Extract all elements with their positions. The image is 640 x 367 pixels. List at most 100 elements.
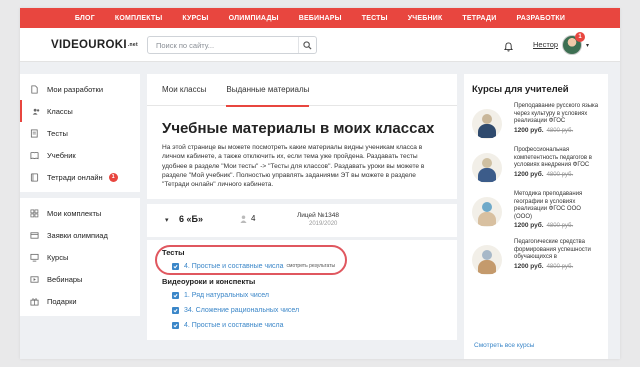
course-old-price: 4800 руб. bbox=[546, 127, 574, 134]
course-title[interactable]: Профессиональная компетентность педагого… bbox=[514, 147, 600, 170]
search-input[interactable]: Поиск по сайту... bbox=[148, 41, 298, 50]
course-price: 1200 руб. 4800 руб. bbox=[514, 263, 600, 272]
checkbox[interactable] bbox=[172, 321, 179, 329]
course-price-value: 1200 руб. bbox=[514, 262, 544, 270]
checkbox[interactable] bbox=[172, 306, 179, 314]
sidebar-item-group2-0[interactable]: Мои комплекты bbox=[20, 202, 140, 224]
course-item[interactable]: Педагогические средства формирования усп… bbox=[472, 239, 600, 275]
courses-title: Курсы для учителей bbox=[472, 84, 569, 95]
sidebar-item-label: Заявки олимпиад bbox=[47, 230, 108, 240]
tab-1[interactable]: Выданные материалы bbox=[226, 74, 310, 107]
page-description: На этой странице вы можете посмотреть ка… bbox=[162, 144, 425, 189]
sidebar-item-group1-1[interactable]: Классы bbox=[20, 100, 140, 122]
sidebar: Мои разработки Классы Тесты Учебник Тетради … bbox=[20, 74, 140, 316]
video-item: 4. Простые и составные числа bbox=[162, 319, 442, 331]
sidebar-item-group2-1[interactable]: Заявки олимпиад bbox=[20, 224, 140, 246]
kit-icon bbox=[30, 209, 39, 218]
school-year: 2019/2020 bbox=[309, 221, 338, 228]
page-title: Учебные материалы в моих классах bbox=[162, 120, 435, 137]
course-thumbnail bbox=[472, 153, 502, 183]
bell-icon[interactable] bbox=[503, 39, 514, 57]
topnav-item-3[interactable]: ОЛИМПИАДЫ bbox=[219, 15, 289, 22]
topnav-item-5[interactable]: ТЕСТЫ bbox=[352, 15, 398, 22]
topnav-item-6[interactable]: УЧЕБНИК bbox=[398, 15, 453, 22]
checkbox[interactable] bbox=[172, 291, 179, 299]
sidebar-item-label: Курсы bbox=[47, 252, 69, 262]
sidebar-item-group1-0[interactable]: Мои разработки bbox=[20, 78, 140, 100]
course-old-price: 4800 руб. bbox=[546, 223, 574, 230]
course-item[interactable]: Профессиональная компетентность педагого… bbox=[472, 147, 600, 183]
site-logo[interactable]: VIDEOUROKI .net bbox=[51, 39, 138, 51]
course-title[interactable]: Педагогические средства формирования усп… bbox=[514, 239, 600, 262]
top-navigation: БЛОГ КОМПЛЕКТЫ КУРСЫ ОЛИМПИАДЫ ВЕБИНАРЫ ТЕСТЫ… bbox=[20, 8, 620, 28]
webinar-icon bbox=[30, 276, 39, 283]
sidebar-item-label: Учебник bbox=[47, 150, 76, 160]
topnav-item-1[interactable]: КОМПЛЕКТЫ bbox=[105, 15, 173, 22]
sidebar-group-extra: Мои комплекты Заявки олимпиад Курсы Вебинар… bbox=[20, 198, 140, 316]
video-link[interactable]: 4. Простые и составные числа bbox=[184, 322, 284, 329]
materials-card: Мои классы Выданные материалы Учебные мат… bbox=[147, 74, 457, 200]
test-icon bbox=[30, 129, 38, 138]
videos-heading: Видеоуроки и конспекты bbox=[162, 277, 256, 287]
class-row[interactable]: ▾ 6 «Б» 4 Лицей №1348 2019/2020 bbox=[147, 203, 457, 238]
course-price: 1200 руб. 4800 руб. bbox=[514, 222, 600, 231]
course-info: Педагогические средства формирования усп… bbox=[514, 239, 600, 275]
course-item[interactable]: Методика преподавания географии в услови… bbox=[472, 191, 600, 231]
tab-0[interactable]: Мои классы bbox=[162, 74, 206, 106]
logo-text: VIDEOUROKI bbox=[51, 39, 127, 51]
course-price-value: 1200 руб. bbox=[514, 222, 544, 230]
course-item[interactable]: Преподавание русского языка через культу… bbox=[472, 103, 600, 139]
olympiad-icon bbox=[30, 232, 39, 239]
username-link[interactable]: Нестор bbox=[533, 40, 558, 49]
chevron-down-icon[interactable]: ▾ bbox=[165, 216, 169, 224]
topnav-item-2[interactable]: КУРСЫ bbox=[172, 15, 218, 22]
tabs: Мои классы Выданные материалы bbox=[147, 74, 457, 107]
school-name: Лицей №1348 bbox=[297, 212, 340, 220]
course-thumbnail bbox=[472, 244, 502, 275]
course-title[interactable]: Преподавание русского языка через культу… bbox=[514, 103, 600, 126]
sidebar-item-label: Мои разработки bbox=[47, 84, 104, 94]
search-box: Поиск по сайту... bbox=[147, 36, 317, 54]
class-name: 6 «Б» bbox=[179, 214, 203, 225]
video-link[interactable]: 1. Ряд натуральных чисел bbox=[184, 292, 269, 299]
site-header: VIDEOUROKI .net Поиск по сайту... Нестор… bbox=[20, 28, 620, 62]
sidebar-item-group1-4[interactable]: Тетради онлайн 1 bbox=[20, 166, 140, 188]
textbook-icon bbox=[30, 151, 39, 160]
topnav-item-7[interactable]: ТЕТРАДИ bbox=[452, 15, 506, 22]
main-content: Мои классы Выданные материалы Учебные мат… bbox=[147, 74, 457, 341]
sidebar-item-group2-3[interactable]: Вебинары bbox=[20, 268, 140, 290]
course-price-value: 1200 руб. bbox=[514, 170, 544, 178]
sidebar-item-group1-2[interactable]: Тесты bbox=[20, 122, 140, 144]
chevron-down-icon[interactable]: ▾ bbox=[586, 42, 589, 49]
sidebar-item-label: Тетради онлайн bbox=[47, 172, 103, 182]
video-link[interactable]: 34. Сложение рациональных чисел bbox=[184, 307, 299, 314]
course-price-value: 1200 руб. bbox=[514, 126, 544, 134]
pupil-count-value: 4 bbox=[251, 214, 256, 224]
check-icon bbox=[173, 308, 178, 313]
topnav-item-4[interactable]: ВЕБИНАРЫ bbox=[289, 15, 352, 22]
video-item: 1. Ряд натуральных чисел bbox=[162, 289, 442, 301]
sidebar-item-group2-4[interactable]: Подарки bbox=[20, 290, 140, 312]
sidebar-item-label: Классы bbox=[47, 106, 73, 116]
search-button[interactable] bbox=[298, 37, 316, 53]
notebook-icon bbox=[30, 173, 39, 182]
course-title[interactable]: Методика преподавания географии в услови… bbox=[514, 191, 600, 221]
highlight-oval bbox=[155, 245, 347, 276]
all-courses-link[interactable]: Смотреть все курсы bbox=[474, 342, 534, 349]
sidebar-item-group1-3[interactable]: Учебник bbox=[20, 144, 140, 166]
check-icon bbox=[173, 323, 178, 328]
sidebar-item-label: Подарки bbox=[47, 296, 77, 306]
video-item: 34. Сложение рациональных чисел bbox=[162, 304, 442, 316]
class-icon bbox=[32, 108, 40, 115]
course-thumbnail bbox=[472, 109, 502, 139]
topnav-item-0[interactable]: БЛОГ bbox=[65, 15, 105, 22]
count-badge: 1 bbox=[108, 172, 118, 182]
topnav-item-8[interactable]: РАЗРАБОТКИ bbox=[506, 15, 575, 22]
courses-icon bbox=[30, 253, 39, 262]
gift-icon bbox=[30, 298, 39, 306]
pupil-count: 4 bbox=[240, 214, 255, 223]
course-thumbnail bbox=[472, 197, 502, 227]
document-icon bbox=[31, 85, 38, 94]
sidebar-item-group2-2[interactable]: Курсы bbox=[20, 246, 140, 268]
course-info: Преподавание русского языка через культу… bbox=[514, 103, 600, 139]
